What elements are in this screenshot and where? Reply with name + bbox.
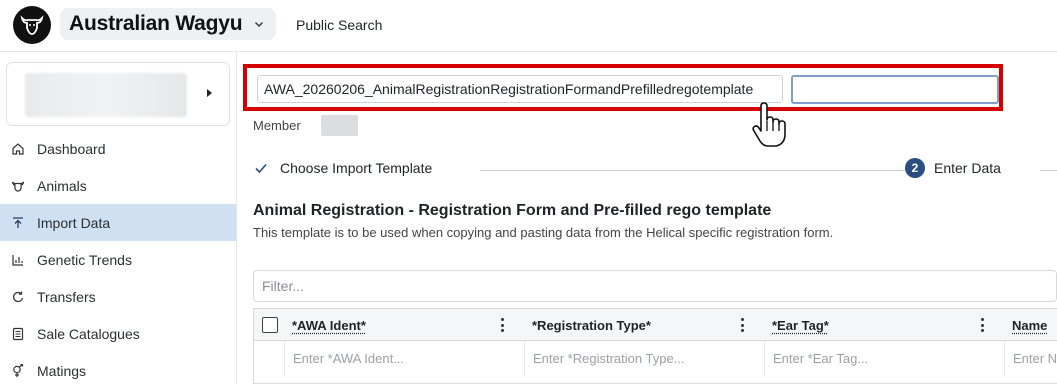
table-row: Enter *AWA Ident... Enter *Registration … [254, 341, 1057, 375]
org-switcher[interactable]: Australian Wagyu [60, 8, 276, 40]
column-header-registration-type[interactable]: *Registration Type* [532, 309, 651, 341]
sidebar-item-label: Transfers [37, 289, 96, 305]
column-header-label: *Registration Type* [532, 318, 651, 333]
step-connector [480, 170, 905, 171]
sidebar-item-genetic-trends[interactable]: Genetic Trends [0, 241, 236, 278]
template-name-highlight: AWA_20260206_AnimalRegistrationRegistrat… [243, 64, 1003, 111]
filter-input[interactable] [253, 270, 1057, 302]
name-cell[interactable]: Enter N [1004, 341, 1057, 375]
cow-icon [10, 178, 25, 193]
step-label: Enter Data [934, 160, 1001, 176]
column-menu-icon[interactable] [740, 318, 744, 332]
sidebar-item-label: Import Data [37, 215, 110, 231]
awa-ident-cell[interactable]: Enter *AWA Ident... [284, 341, 524, 375]
template-name-field[interactable]: AWA_20260206_AnimalRegistrationRegistrat… [257, 75, 783, 103]
column-menu-icon[interactable] [980, 318, 984, 332]
transfer-icon [10, 289, 25, 304]
member-name-redacted [25, 73, 187, 117]
sidebar-item-matings[interactable]: Matings [0, 352, 236, 384]
sidebar-item-label: Genetic Trends [37, 252, 132, 268]
chevron-down-icon [254, 19, 264, 29]
column-header-label: *Ear Tag* [772, 318, 829, 333]
select-all-checkbox[interactable] [262, 317, 278, 333]
check-icon [253, 160, 269, 176]
sidebar-item-transfers[interactable]: Transfers [0, 278, 236, 315]
sidebar-item-label: Matings [37, 363, 86, 379]
caret-right-icon [207, 89, 212, 97]
hand-pointer-cursor-icon [751, 102, 791, 148]
import-stepper: Choose Import Template 2 Enter Data [253, 158, 1057, 182]
step-connector [1040, 170, 1057, 171]
column-menu-icon[interactable] [500, 318, 504, 332]
member-selector[interactable] [6, 62, 230, 126]
column-header-ear-tag[interactable]: *Ear Tag* [772, 309, 829, 341]
sidebar-item-label: Animals [37, 178, 87, 194]
member-value-redacted [321, 115, 358, 136]
home-icon [10, 141, 25, 156]
wagyu-logo-icon[interactable] [13, 6, 51, 44]
org-name: Australian Wagyu [69, 12, 242, 36]
step-enter-data[interactable]: 2 Enter Data [905, 158, 1001, 178]
step-number-badge: 2 [905, 158, 925, 178]
public-search-link[interactable]: Public Search [296, 17, 382, 33]
column-header-awa-ident[interactable]: *AWA Ident* [292, 309, 366, 341]
sidebar-item-dashboard[interactable]: Dashboard [0, 130, 236, 167]
sidebar-item-sale-catalogues[interactable]: Sale Catalogues [0, 315, 236, 352]
column-header-label: *AWA Ident* [292, 318, 366, 333]
column-header-label: Name [1012, 318, 1047, 333]
sidebar-item-import-data[interactable]: Import Data [0, 204, 236, 241]
ear-tag-cell[interactable]: Enter *Ear Tag... [764, 341, 1004, 375]
column-header-name[interactable]: Name [1012, 309, 1047, 341]
registration-type-cell[interactable]: Enter *Registration Type... [524, 341, 764, 375]
sidebar: Dashboard Animals Import Data Genetic Tr… [0, 52, 237, 384]
catalogue-icon [10, 326, 25, 341]
bar-chart-icon [10, 252, 25, 267]
step-label: Choose Import Template [280, 160, 432, 176]
sidebar-item-label: Dashboard [37, 141, 106, 157]
main-content: AWA_20260206_AnimalRegistrationRegistrat… [237, 52, 1057, 384]
upload-icon [10, 215, 25, 230]
sidebar-item-label: Sale Catalogues [37, 326, 140, 342]
member-label: Member [253, 118, 301, 133]
data-grid: *AWA Ident* *Registration Type* *Ear Tag… [253, 308, 1057, 384]
template-name-input[interactable] [791, 75, 999, 104]
gender-icon [10, 363, 25, 378]
step-choose-template[interactable]: Choose Import Template [253, 160, 432, 176]
grid-header: *AWA Ident* *Registration Type* *Ear Tag… [254, 309, 1057, 341]
page-title: Animal Registration - Registration Form … [253, 202, 771, 220]
top-bar: Australian Wagyu Public Search [0, 0, 1057, 52]
page-description: This template is to be used when copying… [253, 225, 833, 240]
sidebar-nav: Dashboard Animals Import Data Genetic Tr… [0, 130, 236, 384]
sidebar-item-animals[interactable]: Animals [0, 167, 236, 204]
